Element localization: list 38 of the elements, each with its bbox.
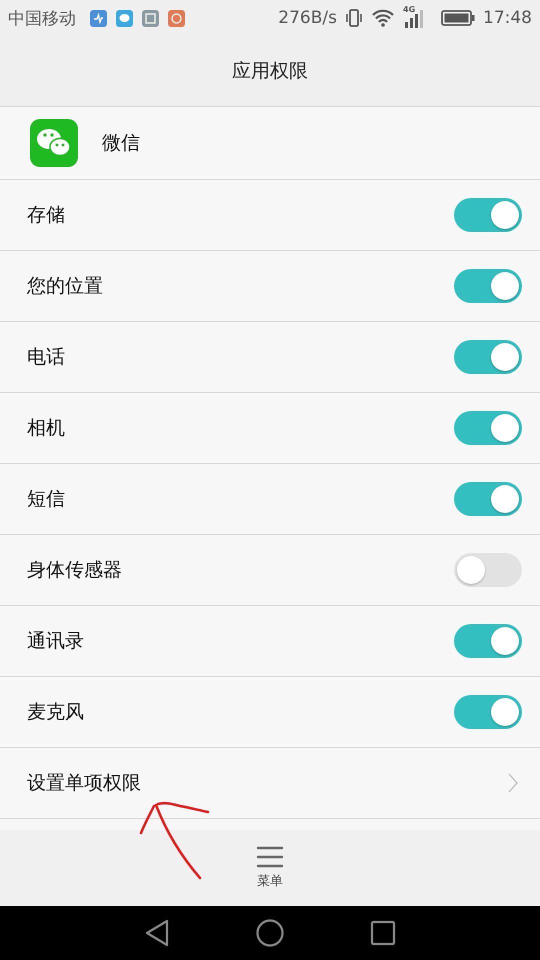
network-speed: 276B/s <box>278 8 337 28</box>
permission-label: 麦克风 <box>27 700 84 725</box>
page-title: 应用权限 <box>232 59 308 84</box>
permission-label: 身体传感器 <box>27 558 122 583</box>
gallery-icon <box>142 10 159 26</box>
app-notification-icon <box>168 10 185 26</box>
health-app-icon <box>90 10 107 26</box>
permission-label: 通讯录 <box>27 629 84 654</box>
permission-label: 相机 <box>27 416 65 441</box>
toggle-switch[interactable] <box>454 340 522 374</box>
permission-label: 您的位置 <box>27 274 103 299</box>
permission-label: 短信 <box>27 487 65 512</box>
toggle-switch[interactable] <box>454 553 522 587</box>
toggle-switch[interactable] <box>454 198 522 232</box>
toggle-switch[interactable] <box>454 695 522 729</box>
wifi-icon <box>371 9 395 27</box>
clock: 17:48 <box>483 8 532 28</box>
back-icon[interactable] <box>144 919 170 947</box>
permission-label: 存储 <box>27 203 65 228</box>
permission-label: 电话 <box>27 345 65 370</box>
chat-app-icon <box>30 119 78 167</box>
toggle-switch[interactable] <box>454 269 522 303</box>
signal-icon <box>403 8 425 28</box>
app-name: 微信 <box>102 131 140 156</box>
toggle-switch[interactable] <box>454 482 522 516</box>
link-label[interactable]: 设置单项权限 <box>27 770 141 796</box>
vibrate-icon <box>345 8 363 28</box>
toggle-switch[interactable] <box>454 624 522 658</box>
toggle-switch[interactable] <box>454 411 522 445</box>
battery-icon <box>441 10 475 26</box>
menu-button[interactable]: 菜单 <box>256 846 284 890</box>
menu-icon <box>256 846 284 868</box>
chevron-right-icon <box>508 773 518 793</box>
recent-apps-icon[interactable] <box>370 920 396 946</box>
network-type: 4G <box>403 5 416 14</box>
chat-bubble-icon <box>116 10 133 26</box>
carrier-name: 中国移动 <box>8 8 76 30</box>
home-icon[interactable] <box>256 919 284 947</box>
